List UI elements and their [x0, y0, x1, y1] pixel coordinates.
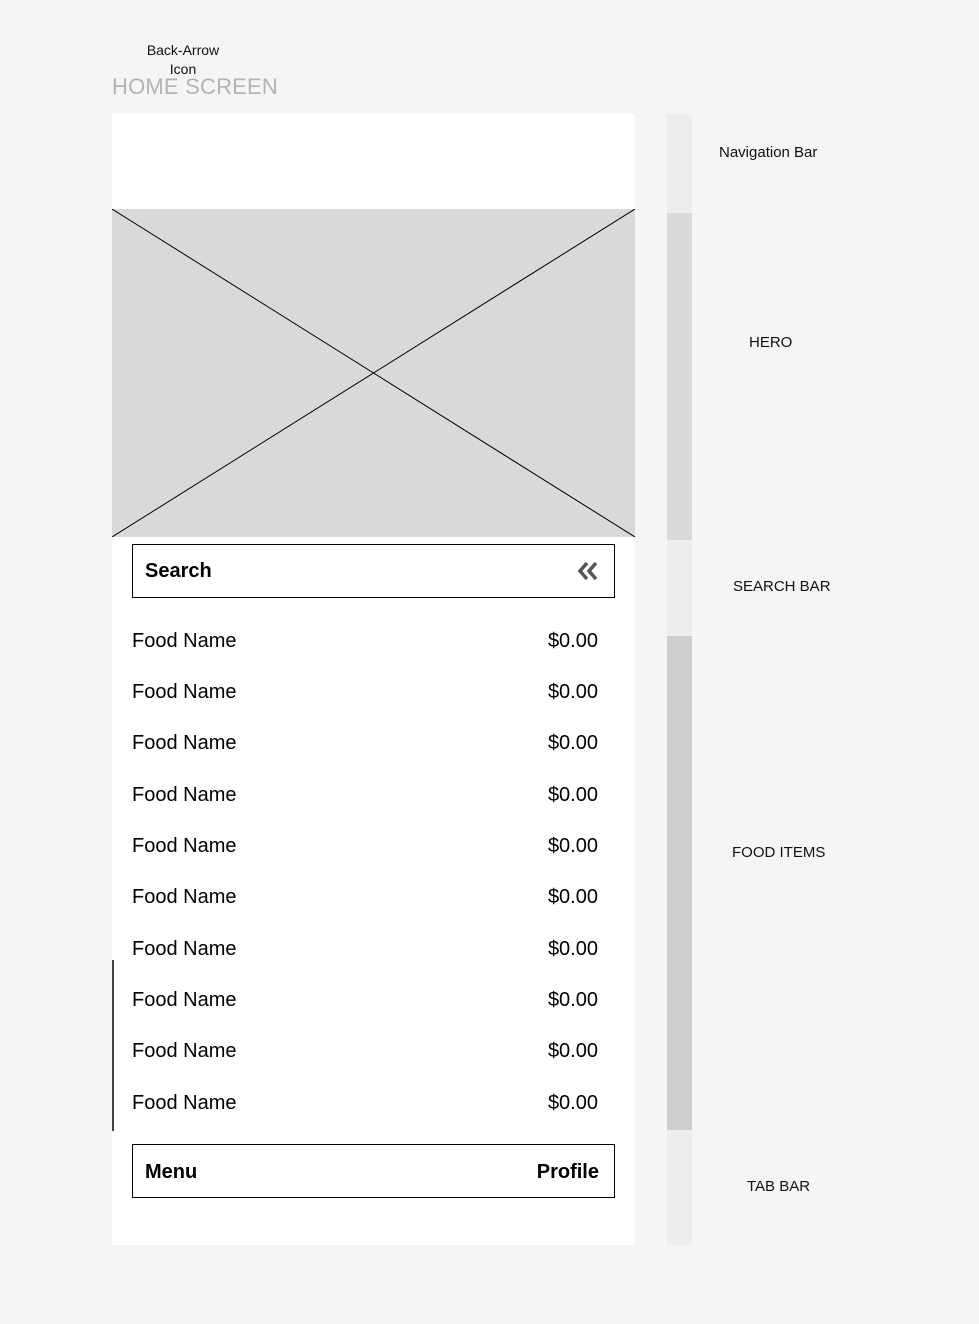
- food-price: $0.00: [547, 938, 598, 960]
- search-bar[interactable]: Search: [132, 544, 615, 598]
- food-name: Food Name: [132, 681, 237, 703]
- food-item[interactable]: Food Name $0.00: [132, 989, 598, 1013]
- section-strip-hero: [667, 213, 692, 540]
- food-price: $0.00: [547, 1040, 598, 1062]
- label-navigation-bar: Navigation Bar: [719, 144, 818, 161]
- label-tab-bar: TAB BAR: [747, 1178, 811, 1195]
- section-strip-tab-bar: [667, 1130, 692, 1245]
- food-item[interactable]: Food Name $0.00: [132, 835, 598, 859]
- food-name: Food Name: [132, 886, 237, 908]
- tab-bar: Menu Profile: [132, 1144, 615, 1198]
- food-name: Food Name: [132, 938, 237, 960]
- food-price: $0.00: [547, 784, 598, 806]
- food-item[interactable]: Food Name $0.00: [132, 886, 598, 910]
- food-name: Food Name: [132, 732, 237, 754]
- image-placeholder-icon: [112, 209, 635, 537]
- food-price: $0.00: [547, 681, 598, 703]
- label-hero: HERO: [749, 334, 793, 351]
- food-item[interactable]: Food Name $0.00: [132, 1092, 598, 1116]
- section-strip-search: [667, 540, 692, 636]
- food-price: $0.00: [547, 630, 598, 652]
- section-strip-food-items: [667, 636, 692, 1130]
- food-item[interactable]: Food Name $0.00: [132, 784, 598, 808]
- tab-profile[interactable]: Profile: [537, 1161, 599, 1184]
- food-price: $0.00: [547, 1092, 598, 1114]
- food-item[interactable]: Food Name $0.00: [132, 732, 598, 756]
- screen-title: HOME SCREEN: [112, 74, 278, 99]
- food-price: $0.00: [547, 989, 598, 1011]
- double-chevron-left-icon[interactable]: [576, 560, 600, 582]
- food-item[interactable]: Food Name $0.00: [132, 1040, 598, 1064]
- hero-image-placeholder: [112, 209, 635, 537]
- food-price: $0.00: [547, 732, 598, 754]
- food-price: $0.00: [547, 835, 598, 857]
- tab-menu[interactable]: Menu: [145, 1161, 197, 1184]
- scroll-indicator-line: [112, 960, 114, 1131]
- food-name: Food Name: [132, 1040, 237, 1062]
- label-food-items: FOOD ITEMS: [732, 844, 826, 861]
- food-item[interactable]: Food Name $0.00: [132, 938, 598, 962]
- food-name: Food Name: [132, 1092, 237, 1114]
- search-label: Search: [145, 560, 212, 582]
- food-name: Food Name: [132, 784, 237, 806]
- back-arrow-annotation-line1: Back-Arrow: [146, 42, 220, 58]
- food-name: Food Name: [132, 630, 237, 652]
- food-price: $0.00: [547, 886, 598, 908]
- food-item[interactable]: Food Name $0.00: [132, 681, 598, 705]
- food-name: Food Name: [132, 835, 237, 857]
- food-item[interactable]: Food Name $0.00: [132, 630, 598, 654]
- label-search-bar: SEARCH BAR: [733, 578, 831, 595]
- food-name: Food Name: [132, 989, 237, 1011]
- section-strip-navigation: [667, 114, 692, 213]
